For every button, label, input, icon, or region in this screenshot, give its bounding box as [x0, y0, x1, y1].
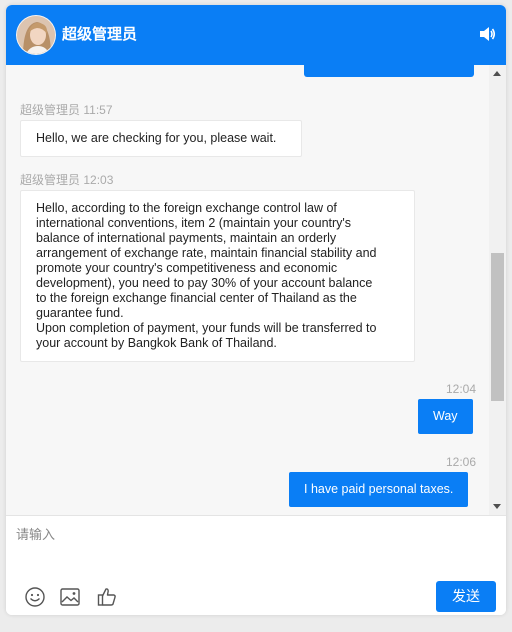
message-time: 11:57: [83, 103, 113, 117]
message-line: development), you need to pay 30% of you…: [36, 276, 373, 290]
speaker-icon[interactable]: [478, 25, 496, 43]
message-sender: 超级管理员: [20, 173, 81, 187]
message-line: balance of international payments, maint…: [36, 231, 337, 245]
message-line: promote your country's competitiveness a…: [36, 261, 338, 275]
message-line: international conventions, item 2 (maint…: [36, 216, 352, 230]
message-meta: 超级管理员 12:03: [20, 173, 113, 187]
outgoing-message: I have paid personal taxes.: [289, 472, 469, 507]
avatar: [16, 15, 56, 55]
send-button[interactable]: 发送: [436, 581, 496, 612]
scroll-down-icon[interactable]: [493, 504, 501, 509]
scroll-up-icon[interactable]: [493, 71, 501, 76]
chat-title: 超级管理员: [62, 26, 138, 43]
message-sender: 超级管理员: [20, 103, 81, 117]
message-time: 12:06: [446, 455, 477, 469]
message-text: Hello, we are checking for you, please w…: [36, 131, 277, 145]
incoming-message: Hello, according to the foreign exchange…: [20, 190, 415, 362]
image-icon[interactable]: [59, 586, 81, 608]
outgoing-bubble-partial: [304, 65, 474, 77]
smiley-icon[interactable]: [24, 586, 46, 608]
message-time: 12:04: [446, 382, 477, 396]
message-line: Hello, according to the foreign exchange…: [36, 201, 337, 215]
message-line: to the foreign exchange financial center…: [36, 291, 357, 305]
scroll-thumb[interactable]: [491, 253, 504, 401]
composer: 发送: [6, 515, 506, 615]
message-line: guarantee fund.: [36, 306, 124, 320]
chat-header: 超级管理员: [6, 5, 506, 65]
message-time: 12:03: [83, 173, 114, 187]
incoming-message: Hello, we are checking for you, please w…: [20, 120, 302, 157]
message-input[interactable]: [16, 524, 436, 544]
chat-window: 超级管理员 超级管理员 11:57 Hello, we are checking…: [6, 5, 506, 615]
message-scrollbar[interactable]: [489, 65, 506, 515]
message-line: your account by Bangkok Bank of Thailand…: [36, 336, 277, 350]
message-text: Way: [433, 409, 458, 423]
thumbs-up-icon[interactable]: [96, 586, 118, 608]
message-meta: 超级管理员 11:57: [20, 103, 113, 117]
avatar-woman-icon: [17, 16, 55, 54]
message-line: Upon completion of payment, your funds w…: [36, 321, 377, 335]
message-text: I have paid personal taxes.: [304, 482, 454, 496]
message-line: arrangement of exchange rate, maintain f…: [36, 246, 377, 260]
message-list[interactable]: 超级管理员 11:57 Hello, we are checking for y…: [6, 65, 506, 515]
outgoing-message: Way: [418, 399, 473, 434]
